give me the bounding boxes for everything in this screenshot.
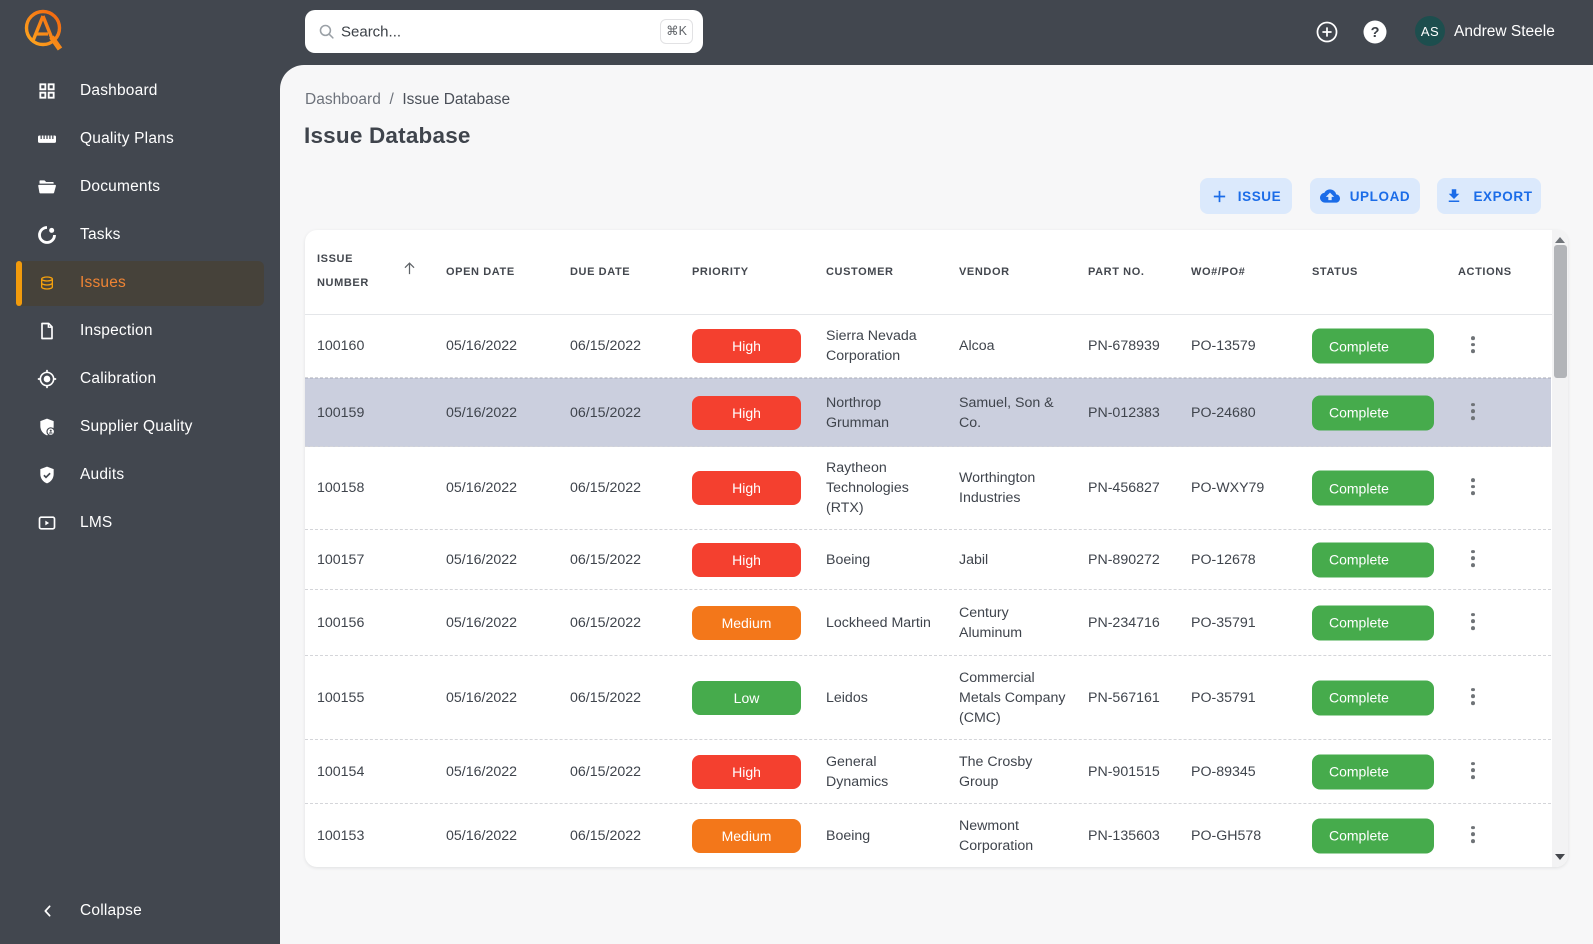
svg-text:?: ?	[1371, 25, 1380, 41]
